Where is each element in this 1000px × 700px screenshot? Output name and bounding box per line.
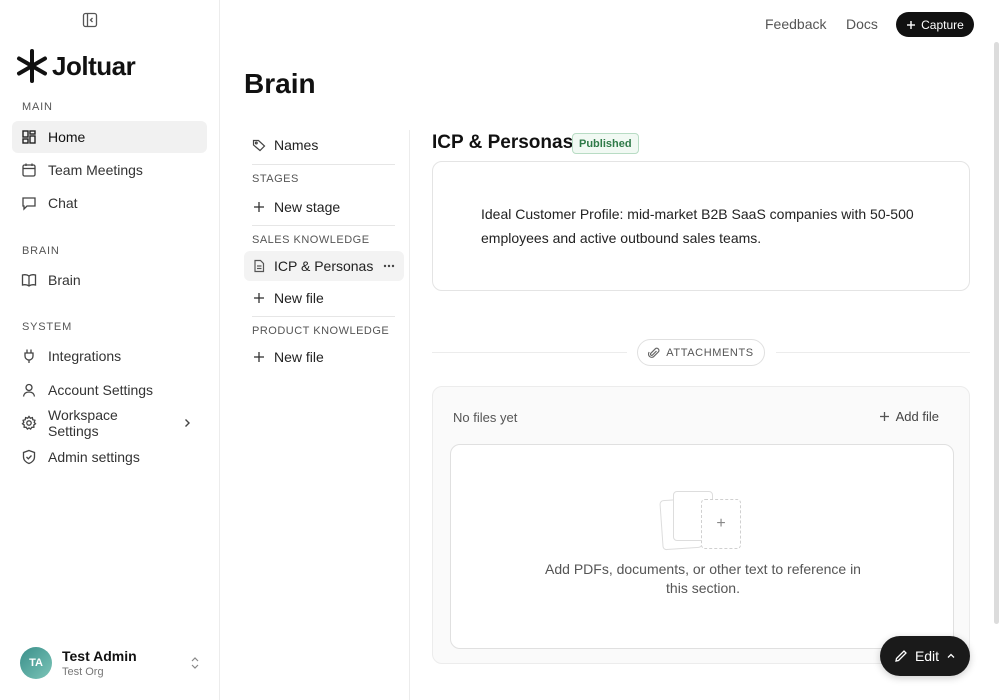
sidebar-item-label: Workspace Settings [48,407,118,439]
sidebar-item-label: Team Meetings [48,162,143,178]
section-label-brain: BRAIN [22,245,60,257]
new-stage-button[interactable]: New stage [244,192,404,222]
logo-text: Joltuar [52,50,136,81]
new-file-button-sales[interactable]: New file [244,283,404,313]
shield-check-icon [22,449,36,465]
tree-item-label: Names [274,137,319,153]
tree-item-label: New stage [274,199,341,215]
edit-button[interactable]: Edit [880,636,970,676]
status-badge: Published [572,133,639,154]
sidebar-item-workspace-settings[interactable]: Workspace Settings [12,407,207,439]
avatar: TA [20,647,52,679]
tree-label-stages: STAGES [252,173,299,185]
tree-item-label: New file [274,349,324,365]
paperclip-icon [648,347,660,358]
collapse-sidebar-icon[interactable] [82,12,98,28]
user-menu[interactable]: TA Test Admin Test Org [20,646,200,680]
knowledge-tree: Names STAGES New stage SALES KNOWLEDGE I… [244,130,410,700]
section-label-main: MAIN [22,101,53,113]
file-text-icon [254,259,265,273]
docs-link[interactable]: Docs [846,16,878,32]
dropzone-text: Add PDFs, documents, or other text to re… [545,561,861,596]
chevron-right-icon [185,419,190,427]
pencil-icon [895,650,907,662]
user-name: Test Admin [62,648,137,664]
chat-icon [22,197,36,211]
divider [252,316,395,317]
new-file-button-product[interactable]: New file [244,342,404,372]
logo[interactable]: Joltuar [16,48,136,84]
sidebar-item-account-settings[interactable]: Account Settings [12,374,207,406]
sidebar-item-brain[interactable]: Brain [12,264,207,296]
scrollbar[interactable] [994,42,999,624]
logo-mark-icon [17,49,47,83]
tree-item-label: New file [274,290,324,306]
page-title: Brain [244,68,316,99]
plus-icon [907,20,916,29]
sidebar-item-home[interactable]: Home [12,121,207,153]
sidebar-item-label: Brain [48,272,81,288]
tree-item-label: ICP & Personas [274,258,374,274]
sidebar-item-integrations[interactable]: Integrations [12,340,207,372]
divider [252,164,395,165]
plus-icon [879,412,889,421]
divider [432,352,627,353]
tree-item-icp-personas[interactable]: ICP & Personas [244,251,404,281]
sidebar-item-team-meetings[interactable]: Team Meetings [12,154,207,186]
tag-icon [252,139,266,152]
sidebar-item-chat[interactable]: Chat [12,187,207,219]
plus-icon [254,293,264,303]
plug-icon [24,349,34,363]
document-body: Ideal Customer Profile: mid-market B2B S… [481,206,914,246]
sidebar: Joltuar MAIN Home Team Meetings Chat BRA… [0,0,220,700]
sidebar-item-label: Home [48,129,86,145]
tree-label-sales: SALES KNOWLEDGE [252,234,370,246]
document-content[interactable]: Ideal Customer Profile: mid-market B2B S… [432,161,970,291]
more-options-icon[interactable] [382,260,396,272]
divider [252,225,395,226]
feedback-link[interactable]: Feedback [765,16,826,32]
capture-button[interactable]: Capture [896,12,974,37]
calendar-icon [22,163,36,177]
attachments-header: ATTACHMENTS [637,339,765,366]
plus-icon: + [701,499,741,549]
dashboard-icon [22,130,36,144]
sidebar-item-label: Integrations [48,348,122,364]
attachments-label: ATTACHMENTS [666,346,754,359]
sidebar-item-label: Chat [48,195,78,211]
documents-stack-icon: + [659,491,745,551]
document-title: ICP & Personas [432,132,574,153]
divider [776,352,970,353]
sidebar-item-admin-settings[interactable]: Admin settings [12,441,207,473]
sidebar-item-label: Account Settings [48,382,154,398]
capture-label: Capture [921,17,964,32]
tree-item-names[interactable]: Names [244,130,404,160]
add-file-label: Add file [895,409,939,424]
user-icon [22,383,36,397]
chevron-up-icon [947,653,955,658]
book-icon [21,274,37,287]
user-org: Test Org [62,666,104,678]
plus-icon [254,352,264,362]
chevron-up-down-icon [191,657,199,669]
empty-files-text: No files yet [453,410,518,425]
add-file-button[interactable]: Add file [879,409,939,424]
gear-icon [21,415,37,431]
attachments-panel: No files yet Add file + Add PDFs, docume… [432,386,970,664]
section-label-system: SYSTEM [22,321,73,333]
plus-icon [254,202,264,212]
tree-label-product: PRODUCT KNOWLEDGE [252,325,390,337]
sidebar-item-label: Admin settings [48,449,140,465]
file-dropzone[interactable]: + Add PDFs, documents, or other text to … [450,444,954,649]
edit-label: Edit [914,648,940,664]
